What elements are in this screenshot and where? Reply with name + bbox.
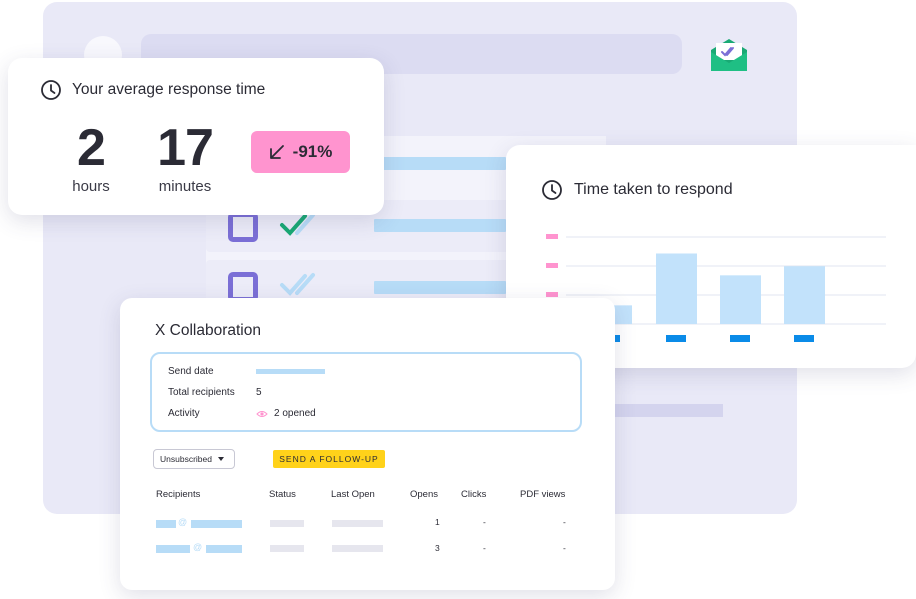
- total-recipients-value: 5: [256, 387, 262, 398]
- status-filter-select[interactable]: Unsubscribed: [153, 449, 235, 469]
- bar: [656, 253, 697, 324]
- recipient-email-placeholder: [191, 520, 242, 528]
- status-placeholder: [270, 520, 304, 527]
- x-tick-label-placeholder: [730, 335, 750, 342]
- hours-metric: 2 hours: [58, 122, 124, 195]
- minutes-metric: 17 minutes: [142, 122, 228, 195]
- clock-icon: [41, 80, 61, 100]
- at-icon: @: [178, 517, 188, 527]
- row-subject-placeholder: [374, 281, 506, 294]
- column-header: Clicks: [461, 489, 487, 500]
- send-date-value: [256, 369, 325, 374]
- change-badge: -91%: [251, 131, 350, 173]
- hours-value: 2: [77, 119, 106, 177]
- clicks-cell: -: [483, 543, 486, 553]
- pdf-views-cell: -: [563, 543, 566, 553]
- row-checkbox[interactable]: [228, 212, 258, 242]
- column-header: PDF views: [520, 489, 566, 500]
- mail-logo-icon: [711, 39, 747, 71]
- pdf-views-cell: -: [563, 517, 566, 527]
- minutes-unit: minutes: [158, 178, 212, 195]
- column-header: Recipients: [156, 489, 201, 500]
- collaboration-card: X Collaboration Send date Total recipien…: [120, 298, 615, 590]
- bar: [784, 266, 825, 324]
- opens-cell: 3: [435, 543, 440, 553]
- change-percent: -91%: [292, 142, 333, 161]
- x-tick-label-placeholder: [666, 335, 686, 342]
- clock-icon: [542, 180, 562, 200]
- bar: [720, 275, 761, 324]
- minutes-value: 17: [157, 119, 214, 177]
- y-tick-marker: [546, 292, 558, 297]
- send-follow-up-button[interactable]: SEND A FOLLOW-UP: [273, 450, 385, 468]
- last-open-placeholder: [332, 520, 383, 527]
- opens-cell: 1: [435, 517, 440, 527]
- last-open-placeholder: [332, 545, 383, 552]
- at-icon: @: [193, 542, 203, 552]
- recipient-name-placeholder: [156, 545, 190, 553]
- y-tick-marker: [546, 234, 558, 239]
- card-title: Your average response time: [72, 81, 266, 98]
- activity-value: 2 opened: [274, 408, 316, 419]
- recipient-name-placeholder: [156, 520, 176, 528]
- row-subject-placeholder: [374, 157, 506, 170]
- send-date-label: Send date: [168, 366, 214, 377]
- status-placeholder: [270, 545, 304, 552]
- double-check-icon: [280, 273, 315, 296]
- average-response-time-card: Your average response time 2 hours 17 mi…: [8, 58, 384, 215]
- status-filter-value: Unsubscribed: [160, 454, 212, 464]
- chart-title: Time taken to respond: [574, 181, 733, 198]
- column-header: Status: [269, 489, 296, 500]
- double-check-icon: [280, 213, 315, 236]
- document-title: X Collaboration: [155, 322, 261, 339]
- row-subject-placeholder: [610, 404, 723, 417]
- x-tick-label-placeholder: [794, 335, 814, 342]
- column-header: Opens: [410, 489, 438, 500]
- y-tick-marker: [546, 263, 558, 268]
- activity-row: Activity 2 opened: [168, 408, 316, 419]
- chevron-down-icon: [217, 457, 224, 461]
- total-recipients-row: Total recipients 5: [168, 387, 262, 398]
- hours-unit: hours: [72, 178, 110, 195]
- send-date-row: Send date: [168, 366, 325, 377]
- activity-label: Activity: [168, 408, 200, 419]
- arrow-down-left-icon: [269, 145, 284, 159]
- row-subject-placeholder: [374, 219, 506, 232]
- column-header: Last Open: [331, 489, 375, 500]
- document-details-panel: Send date Total recipients 5 Activity 2 …: [150, 352, 582, 432]
- clicks-cell: -: [483, 517, 486, 527]
- eye-icon: [256, 410, 268, 417]
- recipient-email-placeholder: [206, 545, 242, 553]
- total-recipients-label: Total recipients: [168, 387, 235, 398]
